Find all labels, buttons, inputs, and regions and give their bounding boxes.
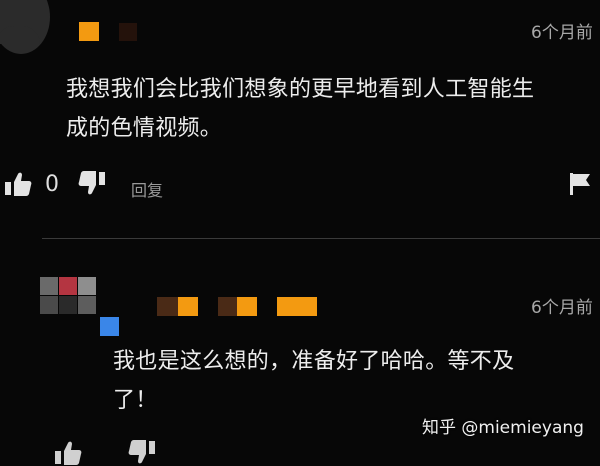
comment-timestamp: 6个月前 [531, 23, 593, 43]
comment-text-line: 我想我们会比我们想象的更早地看到人工智能生 [66, 77, 535, 102]
thumbs-up-icon[interactable] [4, 171, 32, 197]
name-block-brown [157, 297, 178, 316]
comment-text: 我也是这么想的，准备好了哈哈。等不及 了！ [113, 342, 593, 420]
comment-text-line: 我也是这么想的，准备好了哈哈。等不及 [113, 349, 515, 374]
username-redacted[interactable] [79, 22, 141, 41]
avatar-pixel [59, 296, 77, 314]
like-count: 0 [45, 172, 59, 197]
commenter-avatar[interactable] [0, 0, 50, 54]
thumbs-up-icon[interactable] [54, 440, 82, 466]
name-block-orange [237, 297, 257, 316]
thumbs-down-icon[interactable] [78, 171, 106, 197]
name-block-brown [218, 297, 237, 316]
avatar-pixel [40, 296, 58, 314]
watermark: 知乎 @miemieyang [422, 418, 584, 438]
username-redacted[interactable] [157, 297, 317, 316]
comment-timestamp: 6个月前 [531, 298, 593, 318]
comment-divider [42, 238, 600, 239]
flag-icon[interactable] [568, 172, 592, 196]
comment-text: 我想我们会比我们想象的更早地看到人工智能生 成的色情视频。 [66, 70, 586, 148]
avatar-pixel [40, 277, 58, 295]
name-block-orange [79, 22, 99, 41]
avatar-pixel [78, 296, 96, 314]
name-block-orange [277, 297, 317, 316]
avatar-pixel [78, 277, 96, 295]
name-block-orange [178, 297, 198, 316]
name-block-dark [119, 23, 137, 41]
avatar-pixel [59, 277, 77, 295]
reply-button[interactable]: 回复 [131, 177, 163, 201]
avatar-badge [100, 317, 119, 336]
comment-text-line: 成的色情视频。 [66, 116, 223, 141]
commenter-avatar[interactable] [40, 277, 100, 315]
thumbs-down-icon[interactable] [128, 440, 156, 466]
